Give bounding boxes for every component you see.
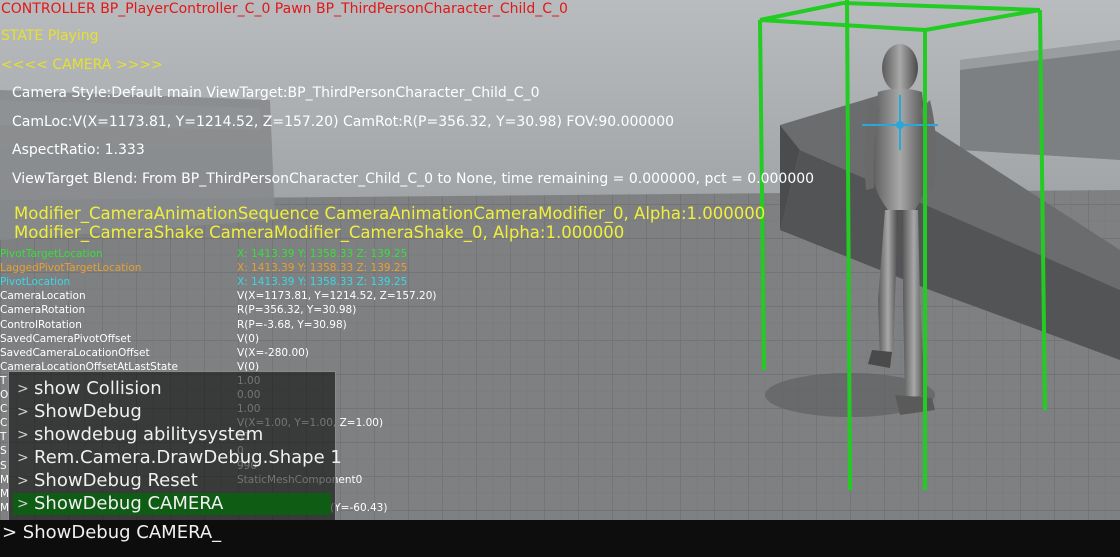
console-history-item-selected[interactable]: > ShowDebug CAMERA [13, 493, 331, 515]
console-history-label: ShowDebug [34, 401, 142, 422]
debug-row-value: V(X=1173.81, Y=1214.52, Z=157.20) [237, 290, 437, 303]
controller-line: CONTROLLER BP_PlayerController_C_0 Pawn … [1, 1, 568, 17]
debug-row-value: V(X=-280.00) [237, 346, 309, 359]
camera-style-line: Camera Style:Default main ViewTarget:BP_… [12, 85, 540, 101]
state-line: STATE Playing [1, 28, 99, 44]
camera-loc-rot-line: CamLoc:V(X=1173.81, Y=1214.52, Z=157.20)… [12, 114, 675, 130]
console-prefix-icon: > [17, 381, 29, 397]
console-history-item[interactable]: > show Collision [13, 378, 331, 400]
debug-row: LaggedPivotTargetLocation X: 1413.39 Y: 1… [0, 261, 560, 275]
console-history-label: show Collision [34, 378, 162, 399]
modifier-line: Modifier_CameraAnimationSequence CameraA… [14, 204, 766, 223]
debug-row-key: T [0, 431, 7, 444]
console-autocomplete-list[interactable]: > show Collision > ShowDebug > showdebug abil… [8, 371, 342, 521]
debug-row-key: PivotTargetLocation [0, 248, 103, 260]
console-history-item[interactable]: > Rem.Camera.DrawDebug.Shape 1 [13, 447, 342, 469]
console-prefix-icon: > [17, 473, 29, 489]
debug-row-key: LaggedPivotTargetLocation [0, 262, 142, 275]
debug-row-value: V(0) [237, 332, 260, 345]
aspect-ratio-line: AspectRatio: 1.333 [12, 142, 145, 158]
console-prefix-icon: > [17, 427, 29, 443]
debug-row: SavedCameraLocationOffset V(X=-280.00) [0, 346, 560, 360]
debug-row-key: C [0, 403, 8, 416]
console-history-label: ShowDebug CAMERA [34, 493, 224, 514]
debug-row: CameraLocation V(X=1173.81, Y=1214.52, Z=… [0, 289, 560, 303]
debug-row-key: C [0, 417, 8, 430]
console-history-label: ShowDebug Reset [34, 470, 198, 491]
console-history-item[interactable]: > ShowDebug [13, 401, 331, 423]
debug-row-key: T [0, 374, 7, 387]
console-history-item[interactable]: > ShowDebug Reset [13, 470, 331, 492]
console-prefix-icon: > [17, 404, 29, 420]
console-history-label: showdebug abilitysystem [34, 424, 264, 445]
debug-row-key: PivotLocation [0, 276, 71, 289]
debug-row-key: SavedCameraPivotOffset [0, 332, 131, 345]
debug-row-value: X: 1413.39 Y: 1358.33 Z: 139.25 [237, 262, 408, 275]
debug-row: PivotTargetLocation X: 1413.39 Y: 1358.33… [0, 247, 560, 261]
debug-row: PivotLocation X: 1413.39 Y: 1358.33 Z: 13… [0, 275, 560, 289]
debug-row-key: ControlRotation [0, 318, 82, 331]
debug-row-value: X: 1413.39 Y: 1358.33 Z: 139.25 [237, 276, 408, 289]
debug-row-key: SavedCameraLocationOffset [0, 346, 150, 359]
debug-row: ControlRotation R(P=-3.68, Y=30.98) [0, 318, 560, 332]
debug-row-value: X: 1413.39 Y: 1358.33 Z: 139.25 [237, 248, 408, 260]
debug-row-value: R(P=356.32, Y=30.98) [237, 304, 357, 317]
debug-row-key: CameraLocation [0, 290, 86, 303]
view-target-blend-line: ViewTarget Blend: From BP_ThirdPersonCha… [12, 171, 815, 187]
console-prefix-icon: > [17, 450, 29, 466]
debug-row-key: S [0, 445, 7, 458]
console-input[interactable]: > ShowDebug CAMERA_ [2, 521, 221, 545]
debug-row: SavedCameraPivotOffset V(0) [0, 332, 560, 346]
debug-row-key: CameraRotation [0, 304, 86, 317]
modifier-line: Modifier_CameraShake CameraModifier_Came… [14, 223, 625, 242]
console-history-item[interactable]: > showdebug abilitysystem [13, 424, 331, 446]
console-history-label: Rem.Camera.DrawDebug.Shape 1 [34, 447, 342, 468]
camera-section-header: <<<< CAMERA >>>> [1, 57, 163, 73]
debug-row: CameraRotation R(P=356.32, Y=30.98) [0, 303, 560, 317]
console-prefix-icon: > [17, 496, 29, 512]
debug-row-key: S [0, 459, 7, 472]
debug-row-value: R(P=-3.68, Y=30.98) [237, 318, 347, 331]
